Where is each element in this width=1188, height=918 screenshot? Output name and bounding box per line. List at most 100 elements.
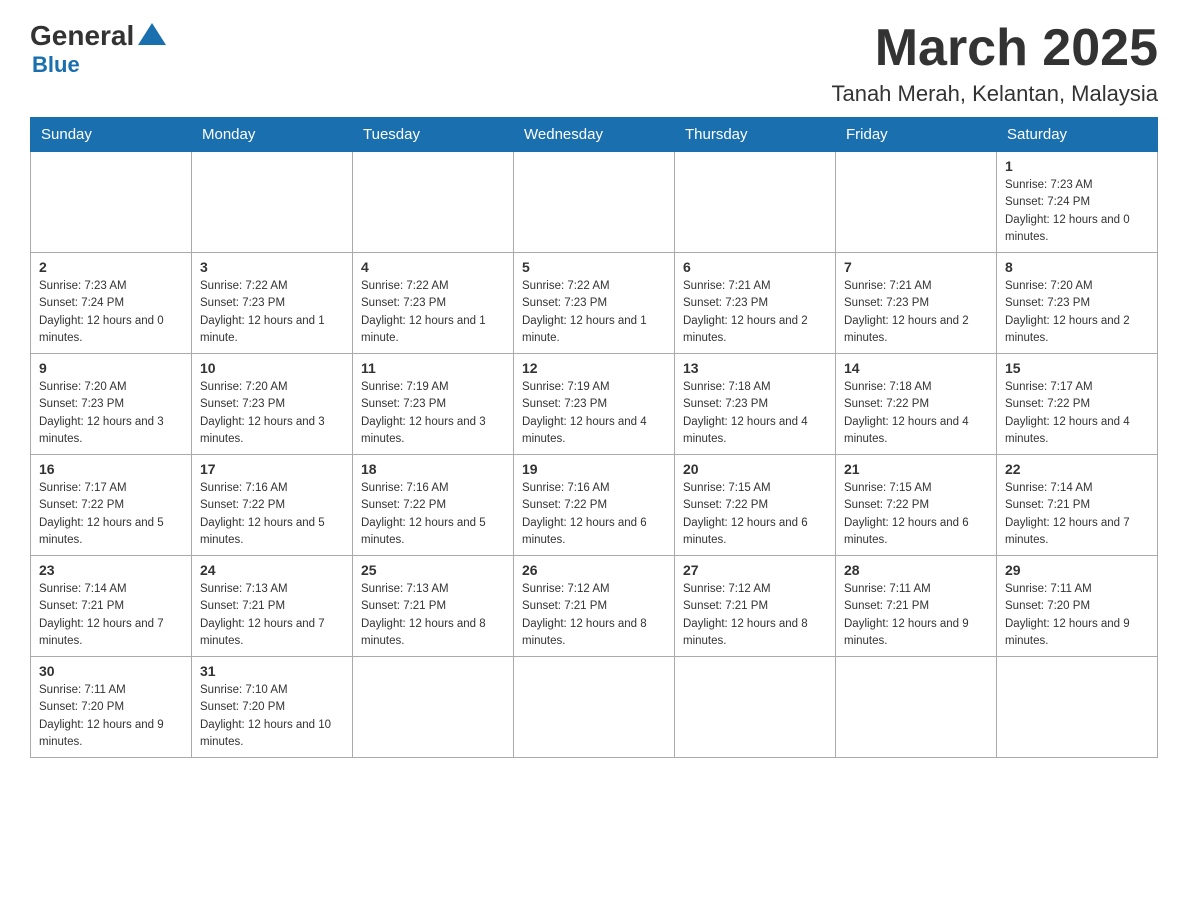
day-info: Sunrise: 7:14 AMSunset: 7:21 PMDaylight:… bbox=[39, 581, 183, 650]
day-number: 25 bbox=[361, 562, 505, 578]
logo-general-text: General bbox=[30, 20, 134, 52]
calendar-cell bbox=[675, 657, 836, 758]
calendar-cell bbox=[514, 152, 675, 253]
header-tuesday: Tuesday bbox=[353, 118, 514, 152]
calendar-row-5: 23 Sunrise: 7:14 AMSunset: 7:21 PMDayligh… bbox=[31, 556, 1158, 657]
day-info: Sunrise: 7:12 AMSunset: 7:21 PMDaylight:… bbox=[522, 581, 666, 650]
calendar-cell: 30Sunrise: 7:11 AMSunset: 7:20 PMDayligh… bbox=[31, 657, 192, 758]
calendar-cell: 25Sunrise: 7:13 AMSunset: 7:21 PMDayligh… bbox=[353, 556, 514, 657]
day-number: 29 bbox=[1005, 562, 1149, 578]
day-info: Sunrise: 7:15 AMSunset: 7:22 PMDaylight:… bbox=[844, 480, 988, 549]
day-number: 22 bbox=[1005, 461, 1149, 477]
calendar-cell bbox=[997, 657, 1158, 758]
day-info: Sunrise: 7:16 AMSunset: 7:22 PMDaylight:… bbox=[522, 480, 666, 549]
calendar-cell: 3Sunrise: 7:22 AMSunset: 7:23 PMDaylight… bbox=[192, 253, 353, 354]
day-info: Sunrise: 7:11 AMSunset: 7:20 PMDaylight:… bbox=[1005, 581, 1149, 650]
day-info: Sunrise: 7:17 AMSunset: 7:22 PMDaylight:… bbox=[39, 480, 183, 549]
logo-triangle-icon bbox=[138, 23, 166, 45]
day-info: Sunrise: 7:22 AMSunset: 7:23 PMDaylight:… bbox=[522, 278, 666, 347]
day-number: 23 bbox=[39, 562, 183, 578]
day-info: Sunrise: 7:19 AMSunset: 7:23 PMDaylight:… bbox=[522, 379, 666, 448]
day-info: Sunrise: 7:21 AMSunset: 7:23 PMDaylight:… bbox=[683, 278, 827, 347]
day-number: 8 bbox=[1005, 259, 1149, 275]
month-title: March 2025 bbox=[831, 20, 1158, 77]
day-info: Sunrise: 7:18 AMSunset: 7:22 PMDaylight:… bbox=[844, 379, 988, 448]
calendar-cell bbox=[192, 152, 353, 253]
day-info: Sunrise: 7:12 AMSunset: 7:21 PMDaylight:… bbox=[683, 581, 827, 650]
header-friday: Friday bbox=[836, 118, 997, 152]
calendar-cell: 19Sunrise: 7:16 AMSunset: 7:22 PMDayligh… bbox=[514, 455, 675, 556]
calendar-cell: 18Sunrise: 7:16 AMSunset: 7:22 PMDayligh… bbox=[353, 455, 514, 556]
day-number: 2 bbox=[39, 259, 183, 275]
day-number: 16 bbox=[39, 461, 183, 477]
day-number: 20 bbox=[683, 461, 827, 477]
calendar-cell: 9 Sunrise: 7:20 AMSunset: 7:23 PMDaylight… bbox=[31, 354, 192, 455]
day-info: Sunrise: 7:11 AMSunset: 7:21 PMDaylight:… bbox=[844, 581, 988, 650]
day-number: 9 bbox=[39, 360, 183, 376]
day-number: 18 bbox=[361, 461, 505, 477]
day-number: 15 bbox=[1005, 360, 1149, 376]
calendar-cell: 2 Sunrise: 7:23 AMSunset: 7:24 PMDaylight… bbox=[31, 253, 192, 354]
calendar-cell: 11Sunrise: 7:19 AMSunset: 7:23 PMDayligh… bbox=[353, 354, 514, 455]
logo: General Blue bbox=[30, 20, 166, 78]
day-info: Sunrise: 7:21 AMSunset: 7:23 PMDaylight:… bbox=[844, 278, 988, 347]
day-info: Sunrise: 7:22 AMSunset: 7:23 PMDaylight:… bbox=[361, 278, 505, 347]
calendar-cell bbox=[31, 152, 192, 253]
calendar-cell: 28 Sunrise: 7:11 AMSunset: 7:21 PMDayligh… bbox=[836, 556, 997, 657]
day-number: 10 bbox=[200, 360, 344, 376]
day-number: 12 bbox=[522, 360, 666, 376]
day-number: 14 bbox=[844, 360, 988, 376]
day-info: Sunrise: 7:18 AMSunset: 7:23 PMDaylight:… bbox=[683, 379, 827, 448]
day-info: Sunrise: 7:10 AMSunset: 7:20 PMDaylight:… bbox=[200, 682, 344, 751]
day-number: 13 bbox=[683, 360, 827, 376]
header-wednesday: Wednesday bbox=[514, 118, 675, 152]
calendar-cell: 14 Sunrise: 7:18 AMSunset: 7:22 PMDayligh… bbox=[836, 354, 997, 455]
day-number: 24 bbox=[200, 562, 344, 578]
day-number: 27 bbox=[683, 562, 827, 578]
page-header: General Blue March 2025 Tanah Merah, Kel… bbox=[30, 20, 1158, 107]
day-number: 6 bbox=[683, 259, 827, 275]
location-title: Tanah Merah, Kelantan, Malaysia bbox=[831, 81, 1158, 107]
calendar-row-4: 16 Sunrise: 7:17 AMSunset: 7:22 PMDayligh… bbox=[31, 455, 1158, 556]
day-info: Sunrise: 7:20 AMSunset: 7:23 PMDaylight:… bbox=[200, 379, 344, 448]
day-number: 31 bbox=[200, 663, 344, 679]
day-info: Sunrise: 7:23 AMSunset: 7:24 PMDaylight:… bbox=[39, 278, 183, 347]
calendar-cell bbox=[353, 657, 514, 758]
calendar-row-3: 9 Sunrise: 7:20 AMSunset: 7:23 PMDaylight… bbox=[31, 354, 1158, 455]
day-info: Sunrise: 7:13 AMSunset: 7:21 PMDaylight:… bbox=[200, 581, 344, 650]
header-sunday: Sunday bbox=[31, 118, 192, 152]
calendar-header-row: Sunday Monday Tuesday Wednesday Thursday… bbox=[31, 118, 1158, 152]
day-number: 4 bbox=[361, 259, 505, 275]
calendar-cell: 10 Sunrise: 7:20 AMSunset: 7:23 PMDayligh… bbox=[192, 354, 353, 455]
day-number: 7 bbox=[844, 259, 988, 275]
day-info: Sunrise: 7:20 AMSunset: 7:23 PMDaylight:… bbox=[39, 379, 183, 448]
day-info: Sunrise: 7:16 AMSunset: 7:22 PMDaylight:… bbox=[200, 480, 344, 549]
day-number: 21 bbox=[844, 461, 988, 477]
calendar-cell bbox=[353, 152, 514, 253]
day-info: Sunrise: 7:11 AMSunset: 7:20 PMDaylight:… bbox=[39, 682, 183, 751]
calendar-cell bbox=[675, 152, 836, 253]
calendar-cell: 8Sunrise: 7:20 AMSunset: 7:23 PMDaylight… bbox=[997, 253, 1158, 354]
title-section: March 2025 Tanah Merah, Kelantan, Malays… bbox=[831, 20, 1158, 107]
calendar-row-2: 2 Sunrise: 7:23 AMSunset: 7:24 PMDaylight… bbox=[31, 253, 1158, 354]
calendar-cell: 12 Sunrise: 7:19 AMSunset: 7:23 PMDayligh… bbox=[514, 354, 675, 455]
day-info: Sunrise: 7:17 AMSunset: 7:22 PMDaylight:… bbox=[1005, 379, 1149, 448]
calendar-cell: 17Sunrise: 7:16 AMSunset: 7:22 PMDayligh… bbox=[192, 455, 353, 556]
header-monday: Monday bbox=[192, 118, 353, 152]
calendar-cell: 24 Sunrise: 7:13 AMSunset: 7:21 PMDayligh… bbox=[192, 556, 353, 657]
day-number: 5 bbox=[522, 259, 666, 275]
header-saturday: Saturday bbox=[997, 118, 1158, 152]
day-info: Sunrise: 7:14 AMSunset: 7:21 PMDaylight:… bbox=[1005, 480, 1149, 549]
day-number: 3 bbox=[200, 259, 344, 275]
calendar-cell: 20Sunrise: 7:15 AMSunset: 7:22 PMDayligh… bbox=[675, 455, 836, 556]
calendar-cell: 13 Sunrise: 7:18 AMSunset: 7:23 PMDayligh… bbox=[675, 354, 836, 455]
calendar-cell: 7 Sunrise: 7:21 AMSunset: 7:23 PMDaylight… bbox=[836, 253, 997, 354]
calendar-row-1: 1 Sunrise: 7:23 AMSunset: 7:24 PMDaylight… bbox=[31, 152, 1158, 253]
day-number: 1 bbox=[1005, 158, 1149, 174]
day-info: Sunrise: 7:23 AMSunset: 7:24 PMDaylight:… bbox=[1005, 177, 1149, 246]
calendar-cell bbox=[514, 657, 675, 758]
day-number: 28 bbox=[844, 562, 988, 578]
calendar-cell: 26Sunrise: 7:12 AMSunset: 7:21 PMDayligh… bbox=[514, 556, 675, 657]
calendar-cell: 4 Sunrise: 7:22 AMSunset: 7:23 PMDaylight… bbox=[353, 253, 514, 354]
calendar-cell: 23 Sunrise: 7:14 AMSunset: 7:21 PMDayligh… bbox=[31, 556, 192, 657]
